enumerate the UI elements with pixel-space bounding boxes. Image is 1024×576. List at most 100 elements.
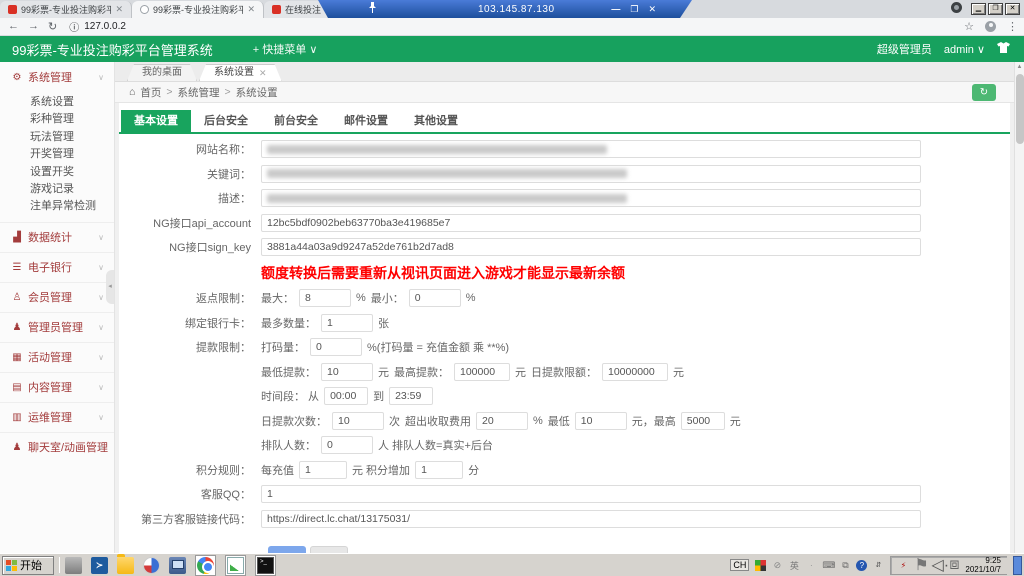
keyboard-icon[interactable]: ⌨: [822, 560, 835, 571]
arrows-icon[interactable]: ⇵: [872, 561, 884, 569]
settings-tab-其他设置[interactable]: 其他设置: [401, 110, 471, 132]
settings-tab-邮件设置[interactable]: 邮件设置: [331, 110, 401, 132]
rebate-max-input[interactable]: [299, 289, 351, 307]
tab-close-icon[interactable]: ✕: [115, 4, 123, 15]
chrome-icon[interactable]: [197, 556, 214, 574]
help-icon[interactable]: ?: [856, 559, 868, 571]
browser-tab[interactable]: 99彩票-专业投注购彩平台✕: [0, 1, 132, 18]
theme-shirt-icon[interactable]: [997, 42, 1010, 56]
scroll-up-icon[interactable]: ▲: [1015, 62, 1024, 72]
folder-icon[interactable]: [117, 553, 134, 574]
antivirus-icon[interactable]: ⚡: [897, 561, 909, 570]
user-menu[interactable]: admin ∨: [944, 43, 985, 56]
remote-icon[interactable]: [169, 556, 186, 574]
refresh-page-button[interactable]: ↻: [972, 84, 996, 101]
app-frame-editor[interactable]: [225, 554, 246, 576]
address-bar[interactable]: 127.0.0.2: [84, 21, 126, 32]
forward-icon[interactable]: →: [28, 20, 39, 33]
app-frame-cmd[interactable]: >_: [255, 554, 276, 576]
settings-tab-后台安全[interactable]: 后台安全: [191, 110, 261, 132]
sidebar-group-活动管理[interactable]: ▦ 活动管理 ∨: [0, 341, 114, 372]
fee-min-input[interactable]: [574, 411, 627, 430]
window-minimize-button[interactable]: ▁: [971, 3, 986, 15]
pen-icon[interactable]: ·: [805, 560, 817, 570]
max-withdraw-input[interactable]: [454, 362, 510, 381]
sidebar-group-管理员管理[interactable]: ♟ 管理员管理 ∨: [0, 311, 114, 342]
sidebar-item-彩种管理[interactable]: 彩种管理: [0, 111, 114, 128]
browser-menu-icon[interactable]: ⋮: [1007, 20, 1018, 33]
sidebar-group-聊天室/动画管理[interactable]: ♟ 聊天室/动画管理 ∨: [0, 431, 114, 462]
daily-withdraw-times-input[interactable]: [332, 411, 384, 430]
profile-avatar-icon[interactable]: [985, 21, 996, 32]
excess-fee-input[interactable]: [476, 411, 528, 430]
powershell-icon[interactable]: ≻: [91, 556, 108, 574]
sidebar-item-注单异常检测[interactable]: 注单异常检测: [0, 198, 114, 215]
turnover-input[interactable]: [310, 338, 362, 356]
app-frame-chrome[interactable]: [195, 554, 216, 576]
ime-mode-indicator[interactable]: 英: [788, 559, 800, 572]
back-icon[interactable]: ←: [8, 20, 19, 33]
app-circle-icon[interactable]: [143, 556, 160, 574]
qq-input[interactable]: [261, 485, 921, 503]
action-center-flag-icon[interactable]: ⚑: [914, 555, 928, 575]
daily-withdraw-limit-input[interactable]: [602, 362, 668, 381]
volume-icon[interactable]: ◁·: [931, 555, 949, 575]
ime-grid-icon[interactable]: [755, 559, 767, 571]
tab-close-icon[interactable]: ✕: [247, 4, 255, 15]
third-party-link-input[interactable]: [261, 509, 921, 528]
quick-menu-button[interactable]: + 快捷菜单 ∨: [253, 41, 318, 57]
submit-button[interactable]: [268, 546, 306, 553]
start-button[interactable]: 开始: [2, 555, 54, 575]
api-account-input[interactable]: [261, 213, 921, 232]
monitor-icon[interactable]: ⧉: [839, 560, 851, 571]
sidebar-group-会员管理[interactable]: ♙ 会员管理 ∨: [0, 281, 114, 312]
vertical-scrollbar[interactable]: ▲: [1014, 62, 1024, 553]
sidebar-group-电子银行[interactable]: ☰ 电子银行 ∨: [0, 251, 114, 282]
sidebar-item-设置开奖[interactable]: 设置开奖: [0, 164, 114, 181]
breadcrumb-item-系统管理[interactable]: 系统管理: [177, 85, 219, 100]
editor-icon[interactable]: [227, 556, 244, 574]
min-withdraw-input[interactable]: [321, 362, 373, 381]
sidebar-item-开奖管理[interactable]: 开奖管理: [0, 146, 114, 163]
sidebar-group-数据统计[interactable]: ▟ 数据统计 ∨: [0, 221, 114, 252]
breadcrumb-item-首页[interactable]: 首页: [140, 85, 161, 100]
recharge-per-input[interactable]: [299, 460, 347, 479]
time-to-input[interactable]: [389, 387, 434, 405]
network-icon[interactable]: ⧈: [948, 556, 960, 574]
keywords-input[interactable]: [261, 164, 921, 183]
sign-key-input[interactable]: [261, 238, 921, 256]
reset-button[interactable]: [310, 546, 348, 553]
sidebar-group-运维管理[interactable]: ▥ 运维管理 ∨: [0, 401, 114, 432]
page-tab-系统设置[interactable]: 系统设置 ✕: [199, 64, 282, 81]
show-desktop-button[interactable]: [1013, 555, 1022, 575]
rebate-min-input[interactable]: [408, 289, 461, 307]
sidebar-item-玩法管理[interactable]: 玩法管理: [0, 129, 114, 146]
tab-close-icon[interactable]: ✕: [259, 65, 267, 81]
site-name-input[interactable]: [261, 140, 921, 158]
bankcard-max-input[interactable]: [321, 313, 373, 332]
page-tab-我的桌面[interactable]: 我的桌面: [127, 64, 197, 81]
rdp-restore-button[interactable]: ❐: [630, 4, 638, 15]
sidebar-item-系统设置[interactable]: 系统设置: [0, 94, 114, 111]
time-from-input[interactable]: [324, 387, 369, 405]
language-indicator[interactable]: CH: [730, 559, 750, 571]
scrollbar-thumb[interactable]: [1016, 74, 1024, 144]
site-info-icon[interactable]: ⓘ: [69, 19, 79, 34]
window-restore-button[interactable]: ❐: [988, 3, 1003, 15]
settings-tab-基本设置[interactable]: 基本设置: [121, 110, 191, 132]
points-add-input[interactable]: [415, 460, 464, 479]
queue-count-input[interactable]: [321, 436, 373, 454]
description-input[interactable]: [261, 189, 921, 207]
pin-icon[interactable]: [366, 2, 378, 16]
refresh-icon[interactable]: ↻: [48, 20, 57, 33]
bookmark-star-icon[interactable]: ☆: [964, 20, 974, 33]
fee-max-input[interactable]: [680, 411, 725, 430]
devices-icon[interactable]: [65, 556, 82, 574]
sidebar-item-游戏记录[interactable]: 游戏记录: [0, 181, 114, 198]
settings-tab-前台安全[interactable]: 前台安全: [261, 110, 331, 132]
sidebar-group-系统管理[interactable]: ⚙ 系统管理 ∨: [0, 62, 114, 92]
rdp-minimize-button[interactable]: —: [611, 4, 620, 15]
blocked-icon[interactable]: ⊘: [771, 560, 783, 571]
sidebar-group-内容管理[interactable]: ▤ 内容管理 ∨: [0, 371, 114, 402]
taskbar-clock[interactable]: 9:25 2021/10/7: [965, 556, 1001, 574]
